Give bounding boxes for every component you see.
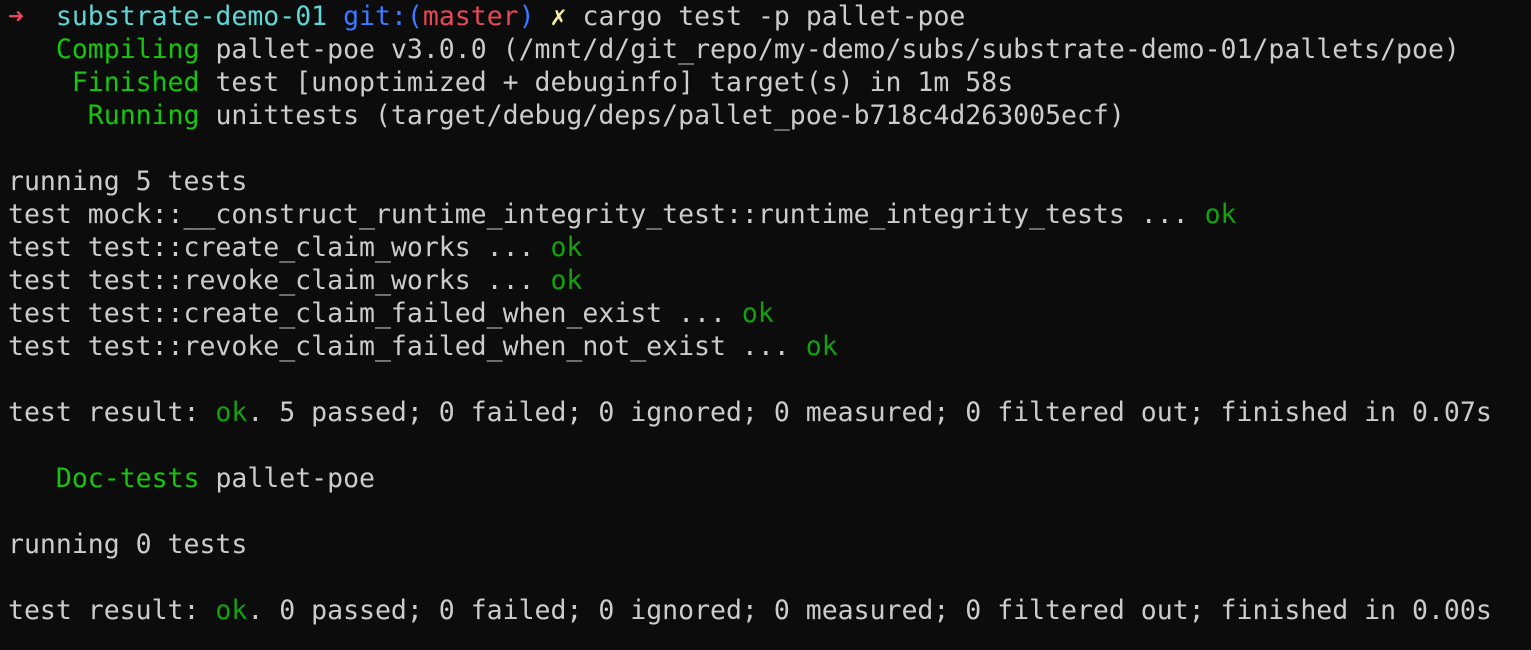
- prompt-line: ➜ substrate-demo-01 git:(master) ✗ cargo…: [8, 0, 1531, 33]
- prompt-command: cargo test -p pallet-poe: [582, 1, 966, 32]
- test-name: test test::revoke_claim_works ...: [8, 265, 535, 296]
- result-prefix: test result:: [8, 397, 216, 428]
- result-summary: . 0 passed; 0 failed; 0 ignored; 0 measu…: [247, 595, 1492, 626]
- unit-tests-running-line: running 5 tests: [8, 166, 248, 197]
- build-status-compiling: Compiling: [55, 34, 200, 65]
- build-status-running: Running: [87, 100, 200, 131]
- prompt-branch: master: [422, 1, 519, 32]
- build-line-finished: Finished test [unoptimized + debuginfo] …: [8, 66, 1531, 99]
- prompt-git-close: ): [518, 1, 535, 32]
- doc-tests-header-line: Doc-tests pallet-poe: [8, 462, 1531, 495]
- doc-tests-label: Doc-tests: [55, 463, 200, 494]
- test-name: test mock::__construct_runtime_integrity…: [8, 199, 1189, 230]
- test-result-ok: ok: [550, 265, 583, 296]
- test-line: test test::revoke_claim_works ... ok: [8, 264, 1531, 297]
- terminal-window[interactable]: ➜ substrate-demo-01 git:(master) ✗ cargo…: [0, 0, 1531, 650]
- build-status-finished: Finished: [71, 67, 200, 98]
- dirty-mark-icon: ✗: [550, 1, 567, 32]
- build-line-compiling: Compiling pallet-poe v3.0.0 (/mnt/d/git_…: [8, 33, 1531, 66]
- doc-test-result-line: test result: ok. 0 passed; 0 failed; 0 i…: [8, 594, 1531, 627]
- test-line: test test::create_claim_failed_when_exis…: [8, 297, 1531, 330]
- test-name: test test::create_claim_failed_when_exis…: [8, 298, 726, 329]
- build-message-finished: test [unoptimized + debuginfo] target(s)…: [215, 67, 1014, 98]
- prompt-directory: substrate-demo-01: [55, 1, 328, 32]
- test-name: test test::revoke_claim_failed_when_not_…: [8, 331, 790, 362]
- result-prefix: test result:: [8, 595, 216, 626]
- doc-tests-package: pallet-poe: [215, 463, 375, 494]
- test-result-ok: ok: [741, 298, 774, 329]
- test-result-ok: ok: [550, 232, 583, 263]
- test-result-ok: ok: [1204, 199, 1237, 230]
- unit-test-result-line: test result: ok. 5 passed; 0 failed; 0 i…: [8, 396, 1531, 429]
- test-name: test test::create_claim_works ...: [8, 232, 535, 263]
- test-line: test test::revoke_claim_failed_when_not_…: [8, 330, 1531, 363]
- build-line-running: Running unittests (target/debug/deps/pal…: [8, 99, 1531, 132]
- result-status: ok: [215, 595, 248, 626]
- test-line: test test::create_claim_works ... ok: [8, 231, 1531, 264]
- doc-tests-running-line: running 0 tests: [8, 529, 248, 560]
- prompt-git-label: git:(: [343, 1, 423, 32]
- result-summary: . 5 passed; 0 failed; 0 ignored; 0 measu…: [247, 397, 1492, 428]
- prompt-arrow-icon: ➜: [8, 1, 24, 32]
- build-message-running: unittests (target/debug/deps/pallet_poe-…: [215, 100, 1125, 131]
- test-result-ok: ok: [805, 331, 838, 362]
- test-line: test mock::__construct_runtime_integrity…: [8, 198, 1531, 231]
- build-message-compiling: pallet-poe v3.0.0 (/mnt/d/git_repo/my-de…: [215, 34, 1460, 65]
- result-status: ok: [215, 397, 248, 428]
